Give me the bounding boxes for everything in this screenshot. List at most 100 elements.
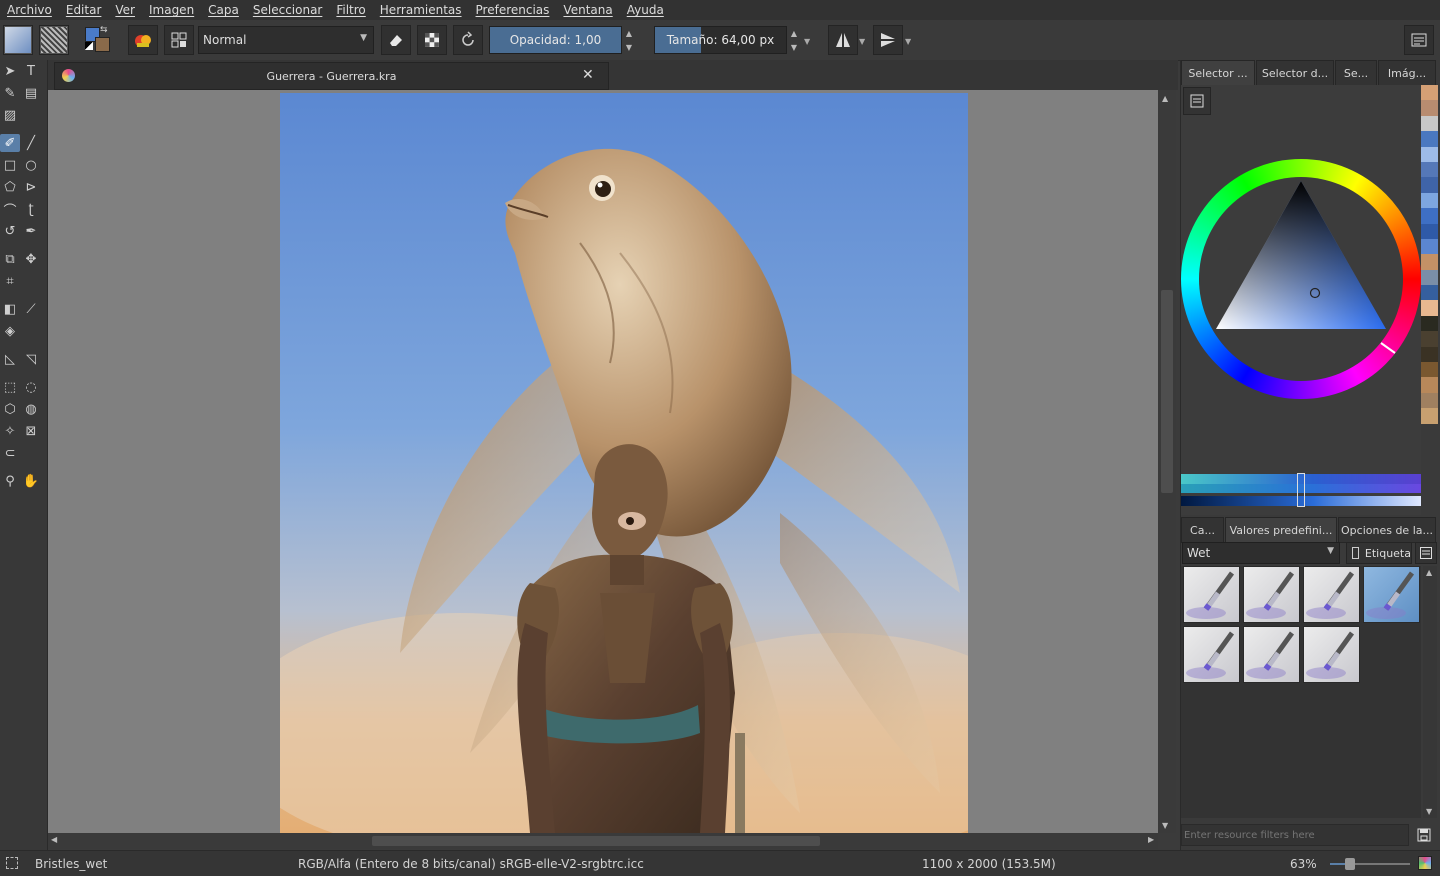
palette-swatch[interactable] — [1421, 146, 1438, 162]
arrow-down-icon[interactable]: ▼ — [791, 43, 797, 52]
palette-swatch[interactable] — [1421, 346, 1438, 363]
similar-select-tool-icon[interactable]: ⊠ — [21, 422, 41, 440]
palette-swatch[interactable] — [1421, 100, 1438, 116]
brush-preset-thumbnail[interactable] — [1243, 626, 1300, 683]
chevron-down-icon[interactable]: ▼ — [859, 37, 865, 46]
arrow-down-icon[interactable]: ▼ — [1426, 807, 1432, 816]
menu-preferencias[interactable]: Preferencias — [469, 3, 557, 17]
zoom-slider-handle[interactable] — [1345, 858, 1355, 870]
freehand-brush-tool-icon[interactable]: ✐ — [0, 134, 20, 152]
menu-editar[interactable]: Editar — [59, 3, 109, 17]
hue-ring-triangle[interactable] — [1181, 159, 1421, 399]
saturation-value-triangle[interactable] — [1181, 159, 1421, 399]
palette-swatch[interactable] — [1421, 223, 1438, 239]
palette-swatch[interactable] — [1421, 85, 1438, 101]
arrow-down-icon[interactable]: ▼ — [1162, 821, 1168, 830]
crop-tool-icon[interactable]: ⌗ — [0, 272, 20, 290]
tab-color-selector[interactable]: Selector d... — [1256, 60, 1334, 86]
status-color-space[interactable]: RGB/Alfa (Entero de 8 bits/canal) sRGB-e… — [298, 857, 644, 871]
horizontal-scroll-thumb[interactable] — [372, 836, 820, 846]
tab-brush-categories[interactable]: Ca... — [1181, 517, 1224, 543]
palette-swatch[interactable] — [1421, 254, 1438, 270]
tab-images[interactable]: Imág... — [1378, 60, 1436, 86]
palette-swatch[interactable] — [1421, 238, 1438, 255]
freehand-path-tool-icon[interactable]: ʈ — [21, 200, 41, 218]
fill-tool-icon[interactable]: ◈ — [0, 322, 20, 340]
preset-scrollbar[interactable]: ▲ ▼ — [1423, 566, 1437, 818]
palette-swatch[interactable] — [1421, 161, 1438, 178]
selection-status-icon[interactable] — [6, 857, 18, 869]
magic-wand-tool-icon[interactable]: ✧ — [0, 422, 20, 440]
move-tool-icon[interactable]: ✥ — [21, 250, 41, 268]
color-selector-settings-button[interactable] — [1183, 87, 1211, 115]
text-tool-icon[interactable]: T — [21, 62, 41, 80]
palette-swatch[interactable] — [1421, 208, 1438, 224]
resource-filter-field[interactable] — [1182, 825, 1408, 845]
arrow-left-icon[interactable]: ◀ — [51, 835, 57, 844]
save-filter-button[interactable] — [1413, 824, 1435, 846]
freehand-select-tool-icon[interactable]: ◍ — [21, 400, 41, 418]
calligraphy-tool-icon[interactable]: ▤ — [21, 84, 41, 102]
chevron-down-icon[interactable]: ▼ — [804, 37, 810, 46]
color-picker-tool-icon[interactable]: ⟋ — [21, 300, 41, 318]
brush-preset-thumbnail[interactable] — [1243, 566, 1300, 623]
status-zoom-value[interactable]: 63% — [1290, 857, 1317, 871]
menu-seleccionar[interactable]: Seleccionar — [246, 3, 329, 17]
preset-filter-select[interactable]: Wet ▼ — [1182, 542, 1340, 564]
palette-swatch[interactable] — [1421, 331, 1438, 347]
bezier-select-tool-icon[interactable]: ⊂ — [0, 444, 20, 462]
resource-filter-input[interactable] — [1181, 824, 1409, 846]
gradient-edit-tool-icon[interactable]: ▨ — [0, 106, 20, 124]
arrow-up-icon[interactable]: ▲ — [1162, 94, 1168, 103]
palette-swatch[interactable] — [1421, 269, 1438, 286]
arrow-right-icon[interactable]: ▶ — [1148, 835, 1154, 844]
chevron-down-icon[interactable]: ▼ — [905, 37, 911, 46]
reload-preset-button[interactable] — [453, 25, 483, 55]
polygon-select-tool-icon[interactable]: ⬡ — [0, 400, 20, 418]
close-icon[interactable]: ✕ — [582, 67, 594, 83]
color-status-icon[interactable] — [1418, 856, 1432, 870]
opacity-spin-buttons[interactable]: ▲ ▼ — [623, 26, 635, 54]
rectangle-select-tool-icon[interactable]: ⬚ — [0, 378, 20, 396]
horizontal-scrollbar[interactable]: ◀ ▶ — [48, 833, 1158, 849]
tag-button[interactable]: Etiqueta — [1346, 542, 1412, 564]
assistant-tool-icon[interactable]: ◺ — [0, 350, 20, 368]
ellipse-select-tool-icon[interactable]: ◌ — [21, 378, 41, 396]
menu-ventana[interactable]: Ventana — [556, 3, 619, 17]
palette-swatch[interactable] — [1421, 115, 1438, 132]
brush-preset-thumbnail[interactable] — [1303, 566, 1360, 623]
pattern-selector-button[interactable] — [39, 25, 69, 55]
pan-tool-icon[interactable]: ✋ — [21, 472, 41, 490]
multibrush-tool-icon[interactable]: ✒ — [21, 222, 41, 240]
palette-swatch[interactable] — [1421, 377, 1438, 393]
palette-swatch[interactable] — [1421, 131, 1438, 147]
polyline-tool-icon[interactable]: ⊳ — [21, 178, 41, 196]
palette-swatch[interactable] — [1421, 315, 1438, 332]
size-spin-buttons[interactable]: ▲ ▼ — [788, 26, 800, 54]
preserve-alpha-button[interactable] — [417, 25, 447, 55]
tab-advanced-color-selector[interactable]: Selector ... — [1181, 60, 1255, 86]
reset-colors-icon[interactable] — [85, 42, 93, 50]
measure-tool-icon[interactable]: ◹ — [21, 350, 41, 368]
arrow-up-icon[interactable]: ▲ — [1426, 568, 1432, 577]
blend-mode-select[interactable]: Normal ▼ — [198, 26, 374, 54]
mirror-horizontal-button[interactable] — [828, 25, 858, 55]
select-shapes-tool-icon[interactable]: ➤ — [0, 62, 20, 80]
fg-bg-color-selector[interactable]: ⇆ — [82, 25, 112, 55]
document-tab[interactable]: Guerrera - Guerrera.kra ✕ — [54, 62, 609, 90]
brush-preset-thumbnail[interactable] — [1183, 566, 1240, 623]
arrow-up-icon[interactable]: ▲ — [626, 29, 632, 38]
canvas-artwork[interactable] — [280, 93, 968, 833]
size-slider[interactable]: Tamaño: 64,00 px — [654, 26, 787, 54]
bezier-curve-tool-icon[interactable]: ⌒ — [0, 200, 20, 219]
workspace-chooser-button[interactable] — [1404, 25, 1434, 55]
vertical-scroll-thumb[interactable] — [1161, 290, 1173, 493]
dynamic-brush-tool-icon[interactable]: ↺ — [0, 222, 20, 240]
vertical-scrollbar[interactable]: ▲ ▼ — [1158, 90, 1176, 833]
zoom-tool-icon[interactable]: ⚲ — [0, 472, 20, 490]
brush-preset-thumbnail[interactable] — [1363, 566, 1420, 623]
polygon-tool-icon[interactable]: ⬠ — [0, 178, 20, 196]
zoom-slider[interactable] — [1330, 858, 1410, 870]
rectangle-tool-icon[interactable]: □ — [0, 156, 20, 174]
preset-view-options-button[interactable] — [1415, 542, 1437, 564]
